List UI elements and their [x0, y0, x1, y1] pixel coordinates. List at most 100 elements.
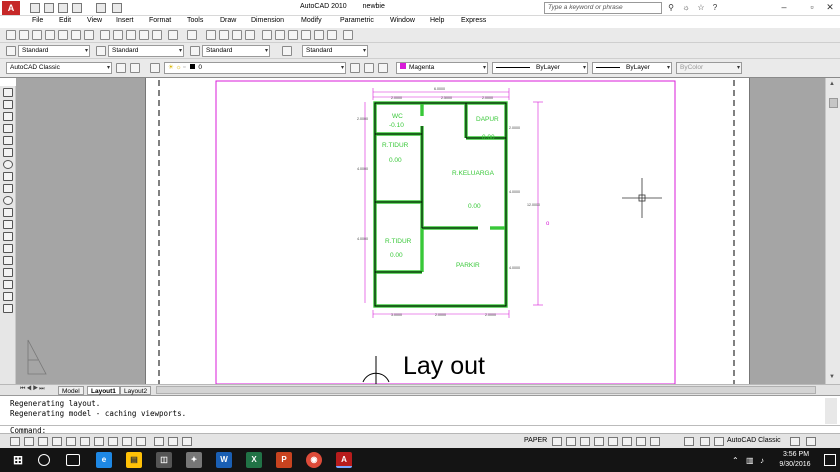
communication-center-icon[interactable]: ☼ [681, 3, 691, 13]
lineweight-select[interactable]: ByLayer ▾ [592, 62, 672, 74]
gradient-tool-icon[interactable] [3, 268, 13, 277]
file-explorer-icon[interactable]: ▤ [126, 452, 142, 468]
zoom-previous-icon[interactable] [245, 30, 255, 40]
make-current-icon[interactable] [350, 63, 360, 73]
multiline-text-icon[interactable] [3, 304, 13, 313]
menu-insert[interactable]: Insert [116, 17, 134, 24]
polar-tracking-icon[interactable] [52, 437, 62, 446]
layer-select[interactable]: ☀ ☼ ▫ 0 ▾ [164, 62, 346, 74]
menu-format[interactable]: Format [149, 17, 171, 24]
model-space-icon[interactable] [154, 437, 164, 446]
print-icon[interactable] [45, 30, 55, 40]
rectangle-tool-icon[interactable] [3, 136, 13, 145]
menu-window[interactable]: Window [390, 17, 415, 24]
menu-dimension[interactable]: Dimension [251, 17, 284, 24]
publish-icon[interactable] [71, 30, 81, 40]
snap-mode-icon[interactable] [10, 437, 20, 446]
undo-tool-icon[interactable] [168, 30, 178, 40]
showmotion-icon[interactable] [608, 437, 618, 446]
hardware-acceleration-icon[interactable] [700, 437, 710, 446]
ellipse-tool-icon[interactable] [3, 196, 13, 205]
ellipse-arc-icon[interactable] [3, 208, 13, 217]
auto-scale-icon[interactable] [650, 437, 660, 446]
menu-draw[interactable]: Draw [220, 17, 236, 24]
favorites-icon[interactable]: ☆ [696, 3, 706, 13]
region-tool-icon[interactable] [3, 280, 13, 289]
layer-previous-icon[interactable] [364, 63, 374, 73]
open-file-icon[interactable] [19, 30, 29, 40]
annotation-scale-icon[interactable] [622, 437, 632, 446]
workspace-status-label[interactable]: AutoCAD Classic [727, 437, 781, 444]
menu-tools[interactable]: Tools [187, 17, 203, 24]
table-tool-icon[interactable] [3, 292, 13, 301]
workspace-switch-icon[interactable] [714, 437, 724, 446]
plotstyle-select[interactable]: ByColor ▾ [676, 62, 742, 74]
clean-screen-icon[interactable] [806, 437, 816, 446]
paper-space-toggle[interactable]: PAPER [524, 437, 547, 444]
autocad-taskbar-icon[interactable]: A [336, 452, 352, 468]
horizontal-scrollbar[interactable] [156, 386, 816, 394]
object-snap-icon[interactable] [66, 437, 76, 446]
tab-navigation-arrows-icon[interactable]: ⏮◀▶⏭ [20, 386, 46, 393]
tab-layout1[interactable]: Layout1 [87, 386, 120, 395]
clock-time[interactable]: 3:56 PM [776, 451, 816, 458]
spline-tool-icon[interactable] [3, 184, 13, 193]
color-select[interactable]: Magenta ▾ [396, 62, 488, 74]
sheet-set-icon[interactable] [301, 30, 311, 40]
tab-layout2[interactable]: Layout2 [120, 386, 152, 395]
properties-icon[interactable] [262, 30, 272, 40]
construction-line-icon[interactable] [3, 100, 13, 109]
print-preview-icon[interactable] [58, 30, 68, 40]
workspace-select[interactable]: AutoCAD Classic ▾ [6, 62, 112, 74]
powerpoint-icon[interactable]: P [276, 452, 292, 468]
text-style-icon[interactable] [6, 46, 16, 56]
markup-icon[interactable] [314, 30, 324, 40]
network-icon[interactable]: ▥ [746, 456, 754, 465]
hatch-tool-icon[interactable] [3, 256, 13, 265]
close-button[interactable]: ✕ [820, 0, 840, 14]
search-input[interactable]: Type a keyword or phrase [544, 2, 662, 14]
undo-icon[interactable] [72, 3, 82, 13]
revision-cloud-icon[interactable] [3, 172, 13, 181]
cut-icon[interactable] [100, 30, 110, 40]
object-snap-tracking-icon[interactable] [80, 437, 90, 446]
maximize-viewport-icon[interactable] [552, 437, 562, 446]
multileader-style-select[interactable]: Standard ▾ [302, 45, 368, 57]
layer-properties-icon[interactable] [150, 63, 160, 73]
annotation-visibility-icon[interactable] [636, 437, 646, 446]
circle-tool-icon[interactable] [3, 160, 13, 169]
scroll-up-icon[interactable]: ▲ [829, 81, 835, 87]
drawing-canvas[interactable]: WC -0.10 DAPUR 0.00 R.TIDUR 0.00 R.KELUA… [16, 78, 825, 384]
menu-file[interactable]: File [32, 17, 43, 24]
help-icon[interactable]: ? [710, 3, 720, 13]
word-icon[interactable]: W [216, 452, 232, 468]
vertical-scrollbar[interactable]: ▲ ▼ [825, 78, 840, 384]
insert-block-icon[interactable] [3, 220, 13, 229]
copy-icon[interactable] [113, 30, 123, 40]
menu-express[interactable]: Express [461, 17, 486, 24]
paste-icon[interactable] [126, 30, 136, 40]
menu-view[interactable]: View [87, 17, 102, 24]
notifications-icon[interactable] [824, 454, 836, 466]
grid-mode-icon[interactable] [24, 437, 34, 446]
multileader-style-icon[interactable] [282, 46, 292, 56]
dynamic-input-icon[interactable] [108, 437, 118, 446]
chrome-icon[interactable]: ◉ [306, 452, 322, 468]
line-tool-icon[interactable] [3, 88, 13, 97]
search-icon[interactable] [38, 454, 50, 466]
command-scrollbar[interactable] [825, 398, 837, 424]
save-icon[interactable] [58, 3, 68, 13]
excel-icon[interactable]: X [246, 452, 262, 468]
new-icon[interactable] [30, 3, 40, 13]
design-center-icon[interactable] [275, 30, 285, 40]
pan-icon[interactable] [206, 30, 216, 40]
polygon-tool-icon[interactable] [3, 124, 13, 133]
save-file-icon[interactable] [32, 30, 42, 40]
steeringwheel-icon[interactable] [594, 437, 604, 446]
workspace-settings-icon[interactable] [116, 63, 126, 73]
redo-tool-icon[interactable] [187, 30, 197, 40]
plot-icon[interactable] [112, 3, 122, 13]
tool-palettes-icon[interactable] [288, 30, 298, 40]
layer-states-icon[interactable] [378, 63, 388, 73]
text-style-select[interactable]: Standard ▾ [18, 45, 90, 57]
